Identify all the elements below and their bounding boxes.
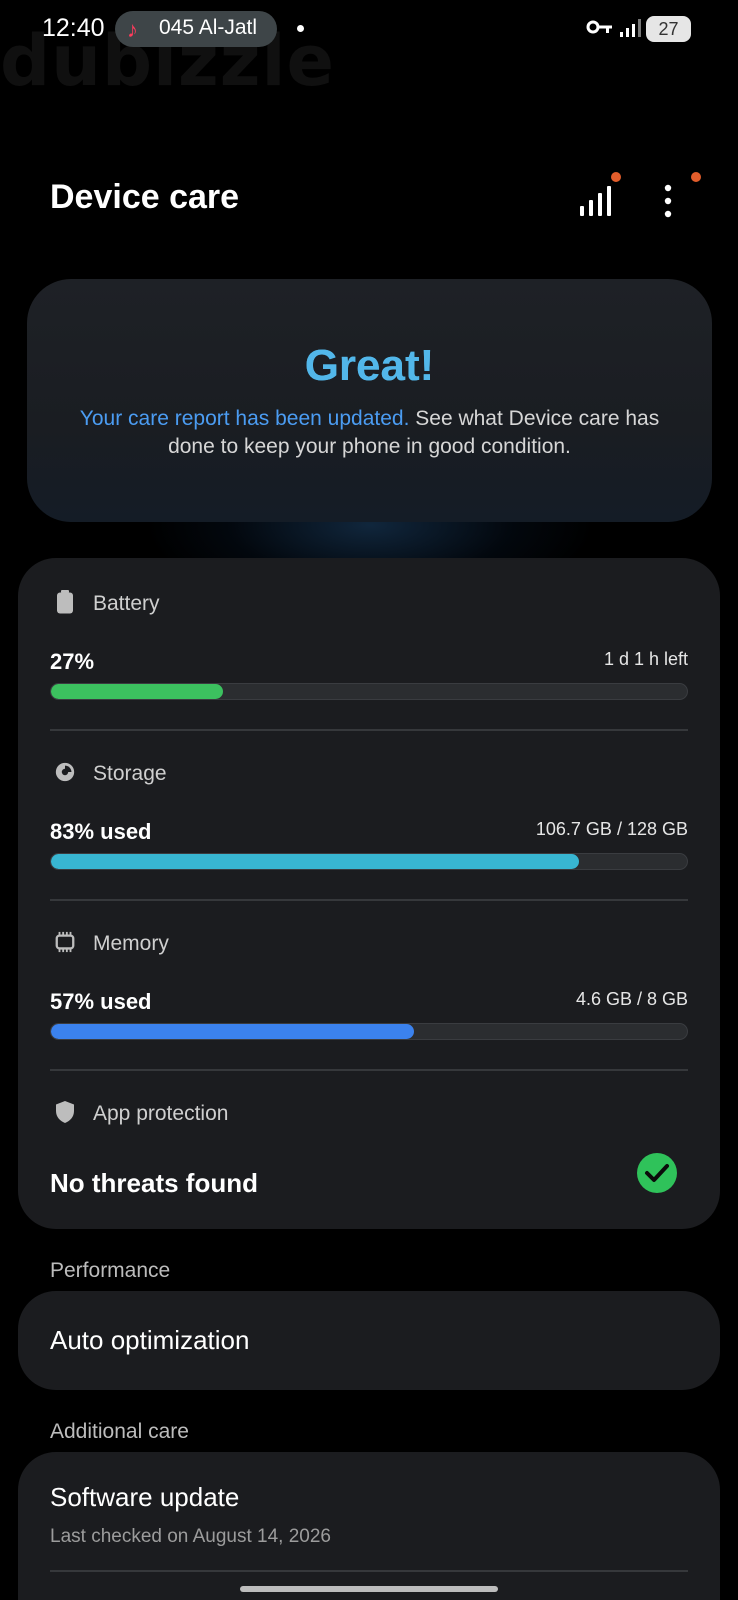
battery-progress-fill [51,684,223,699]
memory-amount: 4.6 GB / 8 GB [575,989,688,1009]
storage-progress-fill [51,854,579,869]
battery-icon [57,590,73,614]
battery-value: 27% [50,649,95,674]
more-options-icon[interactable] [658,183,678,219]
divider [50,1570,688,1572]
memory-label: Memory [93,932,169,955]
clock: 12:40 [42,14,105,42]
media-notification-pill[interactable]: ♪ 045 Al-Jatl [115,11,277,47]
memory-value: 57% used [50,989,152,1014]
software-update-subtitle: Last checked on August 14, 2026 [50,1526,331,1547]
key-icon [586,20,612,34]
battery-time-left: 1 d 1 h left [603,649,688,669]
page-title: Device care [50,178,240,216]
auto-optimization-item[interactable]: Auto optimization [18,1291,720,1390]
care-report-link[interactable]: Your care report has been updated. [80,407,410,430]
notification-dot [297,25,304,32]
performance-heading: Performance [50,1259,171,1282]
signal-icon [620,19,641,37]
more-options-badge [691,172,701,182]
pie-chart-icon [55,762,75,782]
memory-progress-bar [50,1023,688,1040]
software-update-title: Software update [50,1482,240,1512]
report-icon[interactable] [578,178,616,218]
shield-icon [56,1101,74,1123]
storage-amount: 106.7 GB / 128 GB [535,819,688,839]
battery-progress-bar [50,683,688,700]
memory-chip-icon [55,931,75,953]
additional-care-heading: Additional care [50,1420,189,1443]
memory-section[interactable]: Memory 57% used 4.6 GB / 8 GB [18,898,720,1071]
app-protection-label: App protection [93,1102,229,1125]
music-note-icon: ♪ [127,17,138,42]
battery-indicator: 27 [646,16,691,42]
hero-description: Your care report has been updated. See w… [67,405,672,461]
status-bar: 12:40 ♪ 045 Al-Jatl 27 [0,0,738,56]
storage-value: 83% used [50,819,152,844]
battery-section[interactable]: Battery 27% 1 d 1 h left [18,558,720,731]
device-status-card: Battery 27% 1 d 1 h left Storage 83% use… [18,558,720,1229]
storage-section[interactable]: Storage 83% used 106.7 GB / 128 GB [18,728,720,901]
auto-optimization-label: Auto optimization [50,1325,250,1355]
battery-label: Battery [93,592,160,615]
storage-label: Storage [93,762,167,785]
media-title: 045 Al-Jatl [159,16,258,39]
care-report-card[interactable]: Great! Your care report has been updated… [27,279,712,522]
check-circle-icon [637,1153,677,1193]
report-badge [611,172,621,182]
storage-progress-bar [50,853,688,870]
software-update-item[interactable]: Software update Last checked on August 1… [18,1452,720,1600]
hero-title: Great! [27,341,712,391]
home-indicator[interactable] [240,1586,498,1592]
app-protection-section[interactable]: App protection No threats found [18,1068,720,1229]
memory-progress-fill [51,1024,414,1039]
protection-status: No threats found [50,1168,258,1198]
